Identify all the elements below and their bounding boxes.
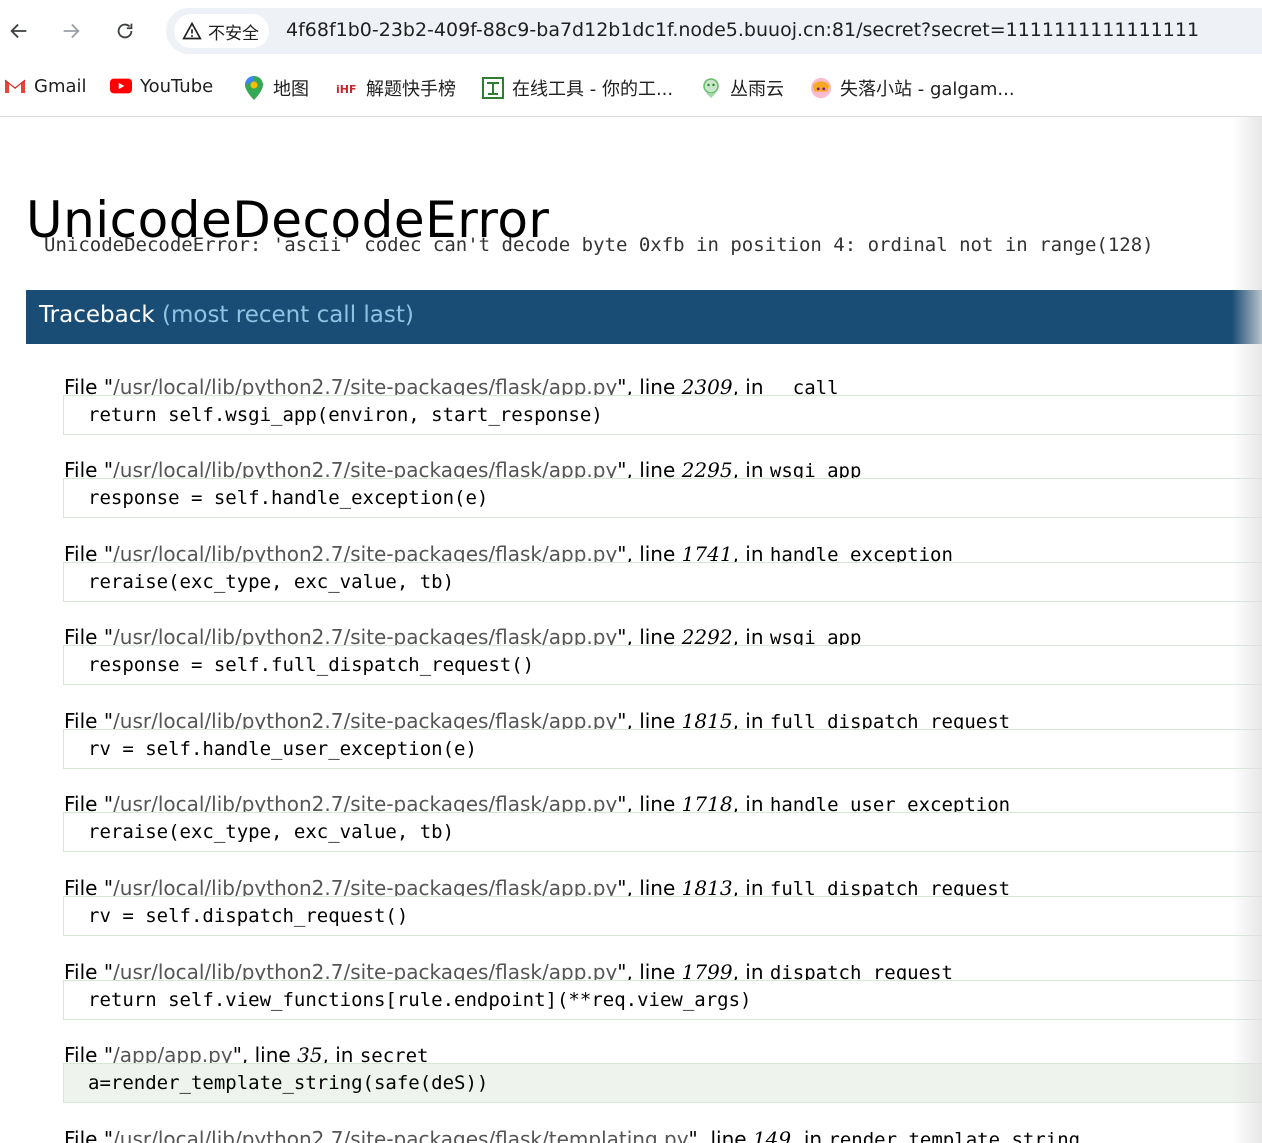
url-text[interactable]: 4f68f1b0-23b2-409f-88c9-ba7d12b1dc1f.nod… (286, 19, 1199, 41)
avatar-icon (810, 77, 832, 99)
frame-code-line[interactable]: response = self.handle_exception(e) (63, 478, 1262, 518)
maps-icon (243, 76, 265, 100)
security-chip[interactable]: 不安全 (174, 14, 269, 48)
bookmark-shiluoxiaozhan[interactable]: 失落小站 - galgam... (810, 75, 1015, 101)
frame-code-line[interactable]: rv = self.dispatch_request() (63, 896, 1262, 936)
frame-code: a=render_template_string(safe(deS)) (88, 1072, 489, 1094)
bookmark-label: 丛雨云 (730, 79, 784, 100)
frame-code: reraise(exc_type, exc_value, tb) (88, 571, 455, 593)
frame-code-line[interactable]: reraise(exc_type, exc_value, tb) (63, 812, 1262, 852)
bookmark-online-tools[interactable]: 在线工具 - 你的工... (482, 75, 673, 101)
frame-code-line[interactable]: rv = self.handle_user_exception(e) (63, 729, 1262, 769)
frame-code: return self.view_functions[rule.endpoint… (88, 989, 752, 1011)
bookmark-maps[interactable]: 地图 (243, 75, 309, 101)
bookmark-label: 在线工具 - 你的工... (512, 79, 674, 100)
reload-button[interactable] (108, 14, 142, 48)
bookmark-label: 失落小站 - galgam... (840, 79, 1015, 100)
traceback-title: Traceback (most recent call last) (39, 302, 414, 328)
bookmark-label: YouTube (140, 75, 214, 97)
forward-arrow-icon (63, 23, 80, 39)
bookmark-jietikuaishoubang[interactable]: iHF 解题快手榜 (336, 75, 456, 101)
bookmark-label: 地图 (273, 79, 309, 100)
address-bar[interactable]: 不安全 4f68f1b0-23b2-409f-88c9-ba7d12b1dc1f… (166, 8, 1262, 54)
browser-toolbar: 不安全 4f68f1b0-23b2-409f-88c9-ba7d12b1dc1f… (0, 0, 1262, 62)
bookmark-gmail[interactable]: Gmail (4, 75, 87, 97)
bookmarks-bar: Gmail YouTube 地图 iHF 解题快手榜 在线工具 - 你的工...… (0, 62, 1262, 117)
security-label: 不安全 (208, 23, 259, 44)
gmail-icon (4, 75, 26, 97)
frame-code-line[interactable]: reraise(exc_type, exc_value, tb) (63, 562, 1262, 602)
back-button[interactable] (2, 14, 36, 48)
frame-code-line[interactable]: response = self.full_dispatch_request() (63, 645, 1262, 685)
frame-line-number: 149 (752, 1127, 792, 1143)
frame-filename: /usr/local/lib/python2.7/site-packages/f… (113, 1127, 689, 1143)
forward-button[interactable] (54, 14, 88, 48)
page-edge-shadow (1232, 117, 1262, 1143)
bookmark-label: 解题快手榜 (366, 79, 456, 100)
traceback-header[interactable]: Traceback (most recent call last) (26, 290, 1262, 344)
traceback-label: Traceback (39, 302, 155, 328)
frame-code: return self.wsgi_app(environ, start_resp… (88, 404, 603, 426)
cloud-icon (700, 77, 722, 99)
frame-function: render_template_string (828, 1129, 1081, 1143)
bookmark-congyuyun[interactable]: 丛雨云 (700, 75, 784, 101)
tool-icon (482, 77, 504, 99)
frame-code: response = self.full_dispatch_request() (88, 654, 535, 676)
frame-code-line[interactable]: a=render_template_string(safe(deS)) (63, 1063, 1262, 1103)
frame-code: response = self.handle_exception(e) (88, 487, 489, 509)
reload-icon (117, 23, 133, 39)
frame-code: rv = self.handle_user_exception(e) (88, 738, 477, 760)
bookmark-youtube[interactable]: YouTube (110, 75, 213, 97)
svg-text:iHF: iHF (336, 83, 357, 95)
debugger-page: UnicodeDecodeError UnicodeDecodeError: '… (0, 117, 1262, 1143)
bookmark-icon: iHF (336, 77, 358, 99)
traceback-sub-label: (most recent call last) (162, 302, 414, 328)
warning-icon (182, 21, 202, 40)
error-message: UnicodeDecodeError: 'ascii' codec can't … (44, 234, 1154, 256)
back-arrow-icon (10, 23, 27, 39)
frame-code: rv = self.dispatch_request() (88, 905, 409, 927)
frame-location: File "/usr/local/lib/python2.7/site-pack… (64, 1127, 1080, 1143)
frame-code-line[interactable]: return self.view_functions[rule.endpoint… (63, 980, 1262, 1020)
frame-code-line[interactable]: return self.wsgi_app(environ, start_resp… (63, 395, 1262, 435)
frame-code: reraise(exc_type, exc_value, tb) (88, 821, 455, 843)
bookmark-label: Gmail (34, 75, 87, 97)
youtube-icon (110, 75, 132, 97)
